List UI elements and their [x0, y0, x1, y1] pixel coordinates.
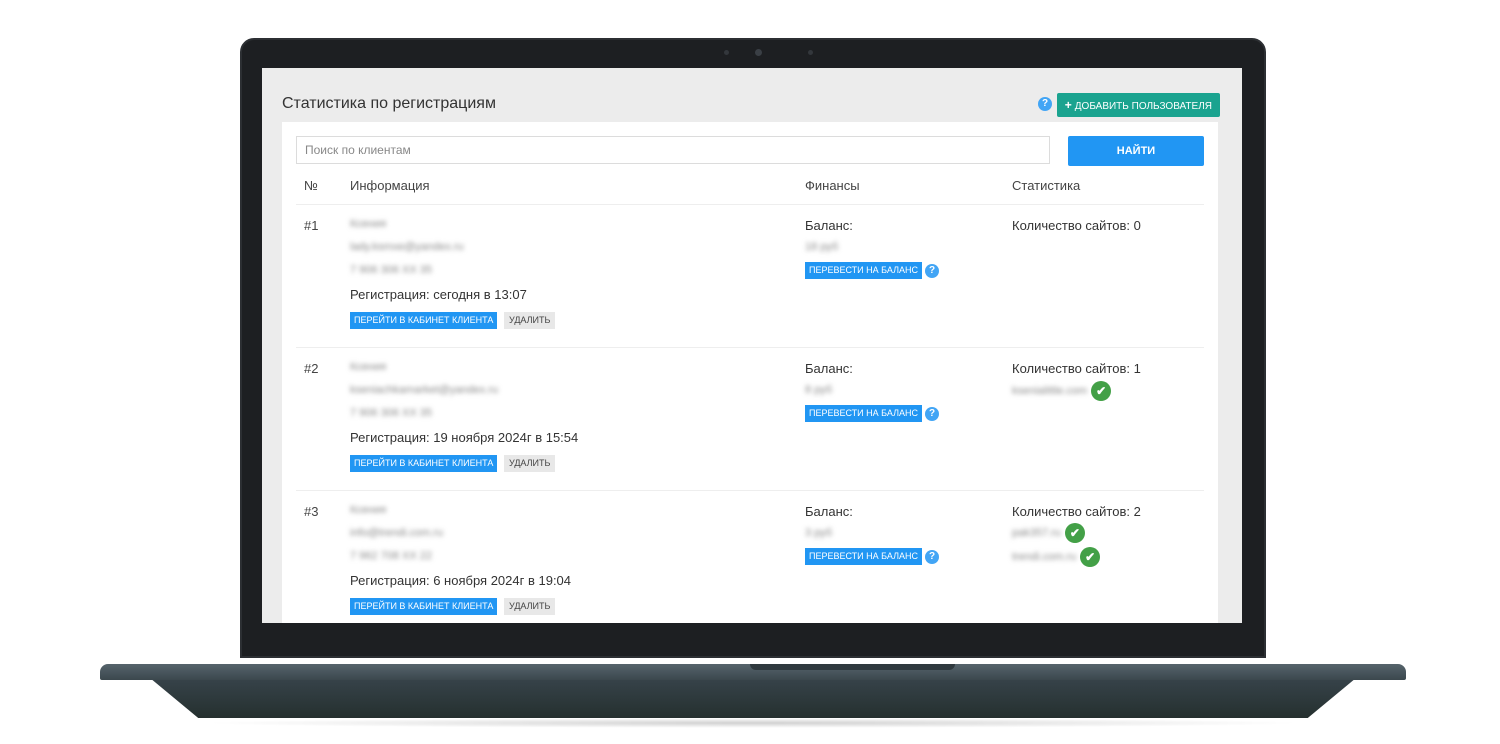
transfer-to-balance-button[interactable]: ПЕРЕВЕСТИ НА БАЛАНС [805, 548, 922, 565]
sites-count: Количество сайтов: 2 [1012, 504, 1141, 519]
help-icon[interactable]: ? [925, 407, 939, 421]
row-divider [296, 490, 1204, 491]
balance-label: Баланс: [805, 218, 853, 233]
column-header-info: Информация [350, 178, 430, 193]
table-row: #3 Ксения info@trendi.com.ru 7 962 708 X… [282, 492, 1218, 623]
go-to-client-cabinet-button[interactable]: ПЕРЕЙТИ В КАБИНЕТ КЛИЕНТА [350, 598, 498, 615]
balance-value: 3 руб [805, 527, 833, 539]
delete-button[interactable]: УДАЛИТЬ [504, 455, 556, 472]
search-bar: НАЙТИ [296, 136, 1204, 166]
search-input[interactable] [296, 136, 1050, 164]
go-to-client-cabinet-button[interactable]: ПЕРЕЙТИ В КАБИНЕТ КЛИЕНТА [350, 455, 498, 472]
client-name: Ксения [350, 361, 387, 373]
balance-value: 18 руб [805, 241, 839, 253]
registration-date: Регистрация: сегодня в 13:07 [350, 287, 527, 302]
sensor-dot [808, 50, 813, 55]
delete-button[interactable]: УДАЛИТЬ [504, 598, 556, 615]
header-divider [296, 204, 1204, 205]
site-item[interactable]: trendi.com.ru ✔ [1012, 547, 1101, 569]
client-phone: 7 906 306 XX 35 [350, 407, 432, 419]
row-divider [296, 347, 1204, 348]
site-domain[interactable]: ksenialittle.com [1012, 385, 1087, 397]
client-phone: 7 906 306 XX 35 [350, 264, 432, 276]
client-phone: 7 962 708 XX 22 [350, 550, 432, 562]
plus-icon: + [1064, 98, 1072, 112]
column-header-num: № [304, 178, 318, 193]
delete-button[interactable]: УДАЛИТЬ [504, 312, 556, 329]
site-item[interactable]: pak357.ru ✔ [1012, 523, 1085, 545]
add-user-button[interactable]: + ДОБАВИТЬ ПОЛЬЗОВАТЕЛЯ [1056, 93, 1220, 117]
site-domain[interactable]: pak357.ru [1012, 527, 1061, 539]
registration-date: Регистрация: 6 ноября 2024г в 19:04 [350, 573, 572, 588]
table-row: #2 Ксения kseniachkamarket@yandex.ru 7 9… [282, 349, 1218, 491]
column-header-stats: Статистика [1012, 178, 1081, 193]
client-email: lady.ksmxe@yandex.ru [350, 241, 464, 253]
site-domain[interactable]: trendi.com.ru [1012, 551, 1076, 563]
help-icon[interactable]: ? [925, 264, 939, 278]
registration-date: Регистрация: 19 ноября 2024г в 15:54 [350, 430, 579, 445]
balance-value: 8 руб [805, 384, 833, 396]
client-name: Ксения [350, 504, 387, 516]
laptop-base-body [150, 678, 1356, 718]
client-email: kseniachkamarket@yandex.ru [350, 384, 499, 396]
site-item[interactable]: ksenialittle.com ✔ [1012, 381, 1112, 403]
row-number: #3 [304, 504, 319, 519]
balance-label: Баланс: [805, 361, 853, 376]
camera-icon [755, 49, 762, 56]
row-number: #1 [304, 218, 319, 233]
go-to-client-cabinet-button[interactable]: ПЕРЕЙТИ В КАБИНЕТ КЛИЕНТА [350, 312, 498, 329]
laptop-hinge-notch [750, 664, 955, 670]
app-screen: Статистика по регистрациям ? + ДОБАВИТЬ П… [262, 68, 1242, 623]
page-title: Статистика по регистрациям [282, 95, 496, 112]
transfer-to-balance-button[interactable]: ПЕРЕВЕСТИ НА БАЛАНС [805, 262, 922, 279]
check-icon: ✔ [1064, 523, 1085, 543]
balance-label: Баланс: [805, 504, 853, 519]
laptop-shadow [200, 718, 1306, 728]
add-user-label: ДОБАВИТЬ ПОЛЬЗОВАТЕЛЯ [1074, 101, 1212, 112]
sensor-dot [724, 50, 729, 55]
registrations-panel: НАЙТИ № Информация Финансы Статистика #1… [282, 122, 1218, 623]
sites-count: Количество сайтов: 0 [1012, 218, 1141, 233]
check-icon: ✔ [1080, 547, 1101, 567]
sites-count: Количество сайтов: 1 [1012, 361, 1141, 376]
client-name: Ксения [350, 218, 387, 230]
page-header: Статистика по регистрациям ? + ДОБАВИТЬ П… [282, 93, 1220, 119]
search-button[interactable]: НАЙТИ [1068, 136, 1204, 166]
check-icon: ✔ [1091, 381, 1112, 401]
help-icon[interactable]: ? [925, 550, 939, 564]
row-number: #2 [304, 361, 319, 376]
column-header-finance: Финансы [805, 178, 860, 193]
client-email: info@trendi.com.ru [350, 527, 444, 539]
help-icon[interactable]: ? [1038, 97, 1052, 111]
laptop-base [100, 664, 1406, 680]
table-row: #1 Ксения lady.ksmxe@yandex.ru 7 906 306… [282, 206, 1218, 348]
transfer-to-balance-button[interactable]: ПЕРЕВЕСТИ НА БАЛАНС [805, 405, 922, 422]
